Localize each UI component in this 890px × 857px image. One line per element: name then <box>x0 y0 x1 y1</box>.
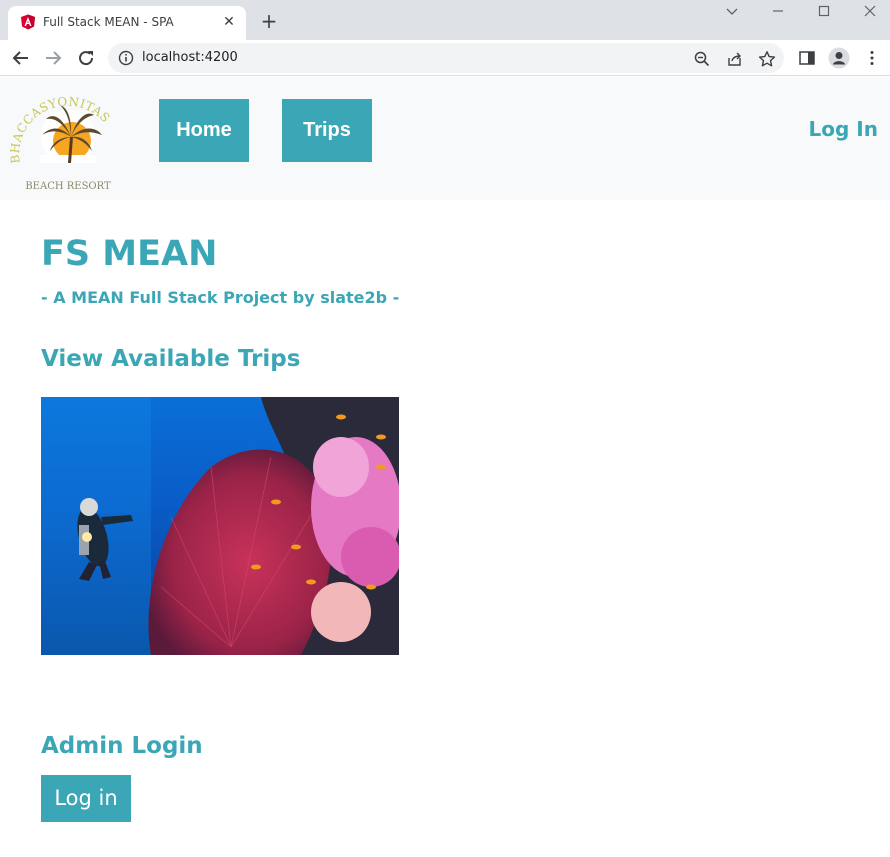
share-icon[interactable] <box>726 50 744 68</box>
nav-home[interactable]: Home <box>159 99 249 162</box>
page-title: FS MEAN <box>41 234 218 274</box>
profile-avatar-icon[interactable] <box>828 47 850 69</box>
url-text: localhost:4200 <box>142 50 238 65</box>
minimize-icon[interactable] <box>763 4 793 20</box>
browser-toolbar: localhost:4200 <box>0 40 890 76</box>
reload-icon[interactable] <box>74 46 98 70</box>
site-header: BHACCASYONITAS BEACH RESORT Home Trips L… <box>0 77 890 200</box>
resort-logo[interactable]: BHACCASYONITAS BEACH RESORT <box>10 85 125 195</box>
maximize-icon[interactable] <box>809 4 839 20</box>
back-icon[interactable] <box>9 46 33 70</box>
browser-tabstrip: Full Stack MEAN - SPA ✕ + <box>0 0 890 40</box>
close-window-icon[interactable] <box>855 4 885 20</box>
close-tab-icon[interactable]: ✕ <box>220 13 238 31</box>
tab-title: Full Stack MEAN - SPA <box>43 15 174 29</box>
zoom-icon[interactable] <box>693 50 711 68</box>
admin-login-button[interactable]: Log in <box>41 775 131 822</box>
admin-login-heading: Admin Login <box>41 733 203 759</box>
tab-search-icon[interactable] <box>717 4 747 20</box>
browser-tab[interactable]: Full Stack MEAN - SPA ✕ <box>8 6 246 40</box>
nav-trips[interactable]: Trips <box>282 99 372 162</box>
header-login-link[interactable]: Log In <box>809 117 878 141</box>
angular-icon <box>21 14 35 30</box>
site-info-icon[interactable] <box>118 50 134 66</box>
page-subtitle: - A MEAN Full Stack Project by slate2b - <box>41 288 400 307</box>
address-bar[interactable]: localhost:4200 <box>108 43 784 73</box>
trip-image-reef-diver[interactable] <box>41 397 399 655</box>
new-tab-icon[interactable]: + <box>258 11 280 33</box>
side-panel-icon[interactable] <box>798 49 816 67</box>
bookmark-star-icon[interactable] <box>758 50 776 68</box>
forward-icon[interactable] <box>41 46 65 70</box>
menu-dots-icon[interactable] <box>863 49 881 67</box>
logo-bottom-text: BEACH RESORT <box>25 181 111 192</box>
trips-heading[interactable]: View Available Trips <box>41 346 300 372</box>
